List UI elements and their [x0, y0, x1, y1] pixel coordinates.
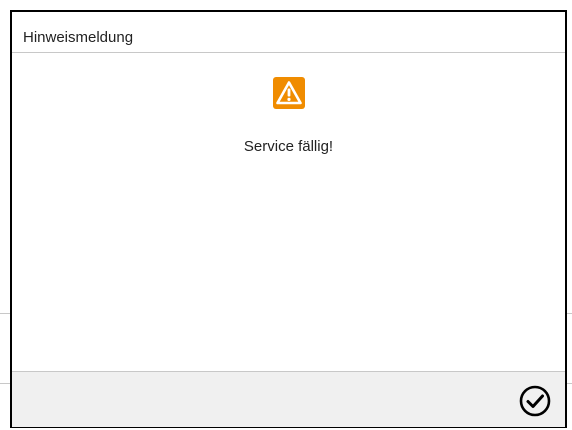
confirm-button[interactable] [519, 385, 551, 417]
dialog-message: Service fällig! [243, 138, 334, 155]
checkmark-circle-icon [519, 385, 551, 417]
screen: Hinweismeldung Service fällig! [0, 0, 572, 430]
dialog-header: Hinweismeldung [12, 12, 565, 53]
dialog-footer [12, 371, 565, 427]
warning-icon [273, 77, 305, 109]
dialog-title: Hinweismeldung [23, 29, 134, 46]
notice-dialog: Hinweismeldung Service fällig! [10, 10, 567, 428]
